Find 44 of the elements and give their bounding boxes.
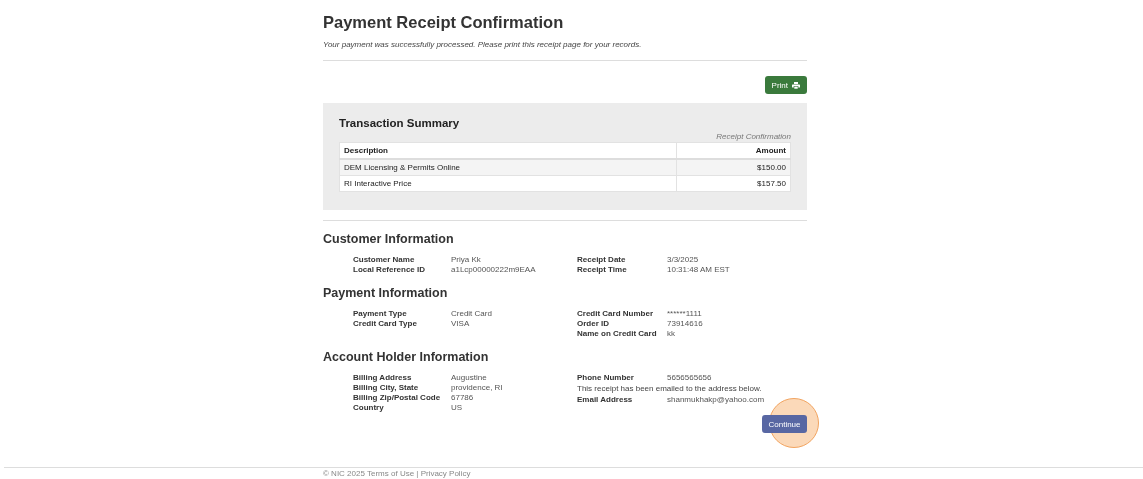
field-value: Credit Card <box>451 309 493 319</box>
print-button[interactable]: Print <box>764 76 807 94</box>
footer-text: © NIC 2025 Terms of Use | Privacy Policy <box>323 469 471 478</box>
field-label: Billing City, State <box>353 383 420 393</box>
field-value: 67786 <box>451 393 475 403</box>
field-value: US <box>451 403 464 413</box>
confirmation-message: Your payment was successfully processed. Please print this receipt page for your records. <box>323 40 643 49</box>
table-cell: $157.50 <box>676 175 791 192</box>
field-label: Name on Credit Card <box>577 329 658 339</box>
field-value: VISA <box>451 319 471 329</box>
section-heading: Account Holder Information <box>323 350 490 365</box>
field-label: Customer Name <box>353 255 416 265</box>
field-label: Receipt Date <box>577 255 627 265</box>
field-label: Credit Card Type <box>353 319 418 329</box>
field-label: Payment Type <box>353 309 408 319</box>
page-title: Payment Receipt Confirmation <box>323 12 565 32</box>
field-value: kk <box>667 329 676 339</box>
field-label: Billing Address <box>353 373 413 383</box>
field-value: 10:31:48 AM EST <box>667 265 731 275</box>
field-value: ******1111 <box>667 309 703 319</box>
field-label: Credit Card Number <box>577 309 654 319</box>
table-cell: RI Interactive Price <box>339 175 677 192</box>
field-value: Augustine <box>451 373 488 383</box>
table-caption: Receipt Confirmation <box>715 132 791 141</box>
continue-button[interactable]: Continue <box>762 415 807 433</box>
section-heading: Customer Information <box>323 232 455 247</box>
field-value: 5656565656 <box>667 373 713 383</box>
field-label: Local Reference ID <box>353 265 427 275</box>
field-label: Country <box>353 403 385 413</box>
field-label: Email Address <box>577 395 634 405</box>
printer-icon <box>792 81 800 89</box>
field-label: Billing Zip/Postal Code <box>353 393 442 403</box>
field-label: Phone Number <box>577 373 635 383</box>
field-label: Receipt Time <box>577 265 628 275</box>
panel-heading: Transaction Summary <box>339 116 461 130</box>
field-value: 73914616 <box>667 319 704 329</box>
field-label: Order ID <box>577 319 610 329</box>
section-heading: Payment Information <box>323 286 449 301</box>
field-value: providence, RI <box>451 383 504 393</box>
field-value: a1Lcp00000222m9EAA <box>451 265 537 275</box>
email-note: This receipt has been emailed to the address below. <box>577 384 763 394</box>
field-value: 3/3/2025 <box>667 255 700 265</box>
field-value: shanmukhakp@yahoo.com <box>667 395 766 405</box>
field-value: Priya Kk <box>451 255 482 265</box>
